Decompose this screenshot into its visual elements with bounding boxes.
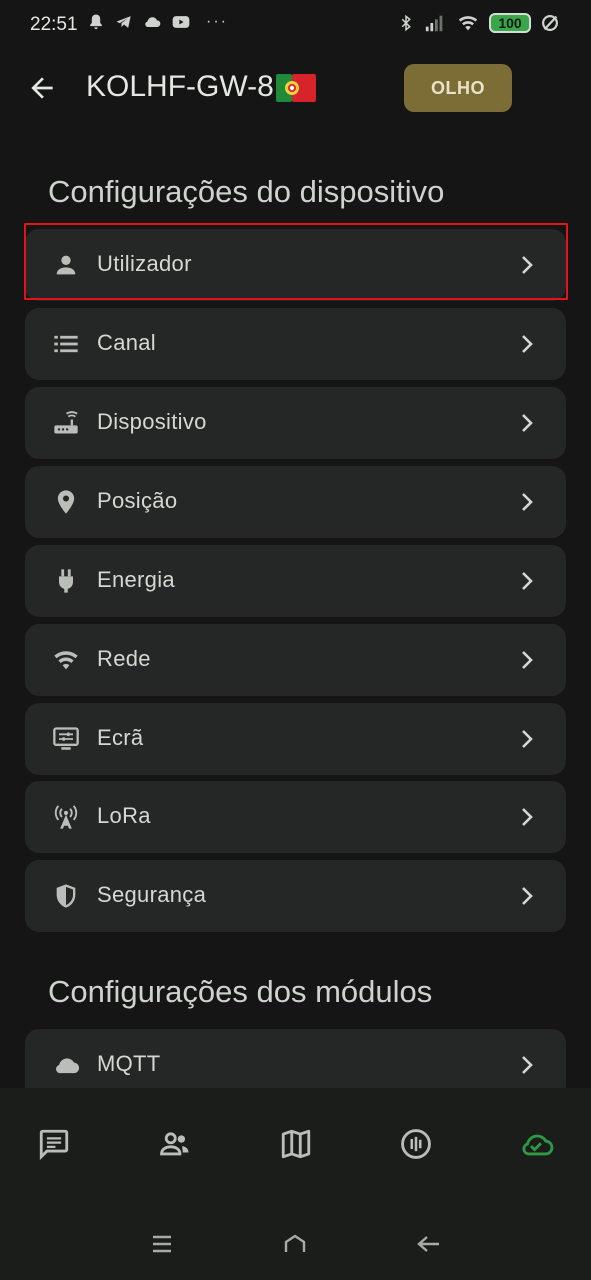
settings-item-dispositivo[interactable]: Dispositivo xyxy=(25,387,566,459)
settings-item-label: Utilizador xyxy=(97,251,192,276)
olho-button[interactable]: OLHO xyxy=(404,64,512,112)
chevron-right-icon xyxy=(522,572,533,590)
settings-item-seguranca[interactable]: Segurança xyxy=(25,860,566,932)
settings-item-ecra[interactable]: Ecrã xyxy=(25,703,566,775)
settings-item-posicao[interactable]: Posição xyxy=(25,466,566,538)
back-arrow-icon[interactable] xyxy=(26,72,58,104)
nfc-icon xyxy=(401,1129,431,1159)
chevron-right-icon xyxy=(522,414,533,432)
chevron-right-icon xyxy=(522,887,533,905)
shield-icon xyxy=(56,884,76,908)
bottom-navigation xyxy=(0,1088,591,1198)
router-icon xyxy=(54,411,78,434)
chevron-right-icon xyxy=(522,493,533,511)
settings-item-utilizador[interactable]: Utilizador xyxy=(25,229,566,301)
person-icon xyxy=(56,255,76,275)
list-icon xyxy=(54,335,78,353)
cloud-small-icon xyxy=(145,17,161,27)
settings-item-label: Dispositivo xyxy=(97,409,207,434)
settings-item-label: MQTT xyxy=(97,1051,161,1076)
system-back-icon[interactable] xyxy=(413,1232,443,1256)
chevron-right-icon xyxy=(522,1056,533,1074)
telegram-icon xyxy=(116,16,131,28)
status-time: 22:51 xyxy=(30,14,78,35)
recents-menu-icon[interactable] xyxy=(147,1232,177,1256)
system-icons: 100 xyxy=(397,12,561,34)
settings-item-label: LoRa xyxy=(97,803,151,828)
cloud-check-icon xyxy=(522,1134,554,1156)
settings-item-label: Canal xyxy=(97,330,156,355)
display-settings-icon xyxy=(53,727,79,750)
nav-map[interactable] xyxy=(276,1124,316,1164)
device-settings-title: Configurações do dispositivo xyxy=(48,174,445,209)
settings-item-label: Posição xyxy=(97,488,178,513)
chevron-right-icon xyxy=(522,730,533,748)
signal-icon xyxy=(425,15,443,32)
cell-tower-icon xyxy=(54,805,78,829)
chevron-right-icon xyxy=(522,808,533,826)
sync-off-icon xyxy=(542,15,558,31)
battery-indicator: 100 xyxy=(489,13,531,33)
chevron-right-icon xyxy=(522,256,533,274)
settings-item-lora[interactable]: LoRa xyxy=(25,781,566,853)
nav-messages[interactable] xyxy=(34,1124,74,1164)
settings-item-energia[interactable]: Energia xyxy=(25,545,566,617)
map-icon xyxy=(281,1129,311,1159)
people-icon xyxy=(160,1132,189,1156)
chevron-right-icon xyxy=(522,651,533,669)
notification-icons: ··· xyxy=(86,12,228,32)
system-navigation-bar xyxy=(0,1198,591,1280)
power-plug-icon xyxy=(59,569,73,593)
nav-nodes[interactable] xyxy=(396,1124,436,1164)
chat-icon xyxy=(39,1129,69,1161)
bell-muted-icon xyxy=(90,14,102,30)
cloud-icon xyxy=(56,1058,80,1074)
wifi-icon xyxy=(54,651,78,670)
nav-contacts[interactable] xyxy=(155,1124,195,1164)
status-bar: 22:51 ··· 100 xyxy=(0,0,591,52)
settings-item-rede[interactable]: Rede xyxy=(25,624,566,696)
location-pin-icon xyxy=(57,490,75,514)
settings-item-label: Rede xyxy=(97,646,151,671)
settings-item-label: Energia xyxy=(97,567,175,592)
settings-item-canal[interactable]: Canal xyxy=(25,308,566,380)
app-bar: KOLHF-GW-8 OLHO xyxy=(0,60,591,116)
page-title: KOLHF-GW-8 xyxy=(86,70,316,104)
portugal-flag-icon xyxy=(275,74,316,103)
home-icon[interactable] xyxy=(280,1232,310,1256)
chevron-right-icon xyxy=(522,335,533,353)
settings-item-label: Ecrã xyxy=(97,725,144,750)
overflow-dots: ··· xyxy=(206,13,228,30)
bluetooth-icon xyxy=(401,14,411,32)
wifi-status-icon xyxy=(458,16,478,31)
youtube-icon xyxy=(172,16,190,28)
module-settings-title: Configurações dos módulos xyxy=(48,974,433,1009)
settings-item-label: Segurança xyxy=(97,882,207,907)
nav-settings[interactable] xyxy=(516,1124,556,1164)
